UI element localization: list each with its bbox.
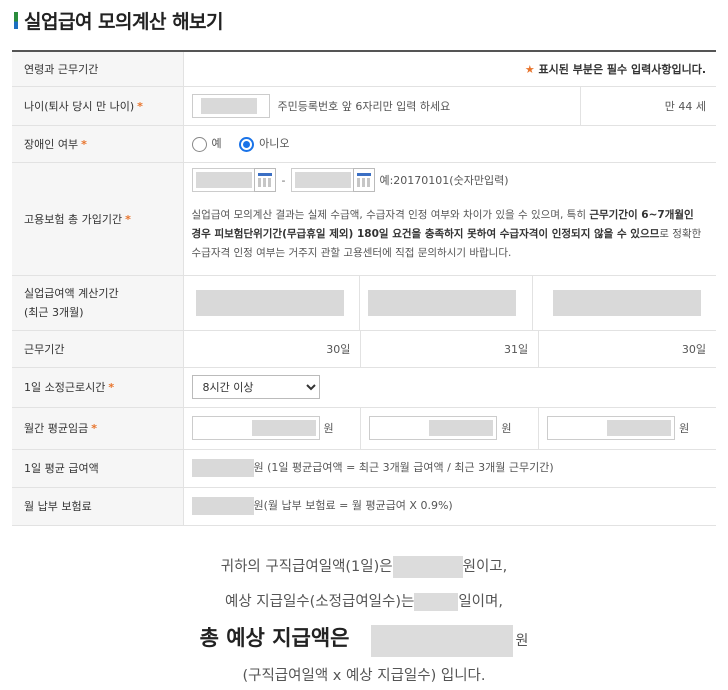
masked-premium <box>191 497 254 515</box>
calc-period-label: 실업급여액 계산기간 (최근 3개월) <box>12 275 184 331</box>
insurance-period-cell: - 예:20170101(숫자만입력) 실업급여 모의계산 결과는 실제 수급액… <box>183 162 717 276</box>
masked-value <box>429 420 494 436</box>
wage-input-2[interactable] <box>369 416 498 440</box>
end-calendar-icon[interactable] <box>353 168 376 192</box>
calculator-form: 연령과 근무기간 ★ 표시된 부분은 필수 입력사항입니다. 나이(퇴사 당시 … <box>12 50 716 526</box>
work-days-cell: 30일 31일 30일 <box>183 330 716 368</box>
premium-formula: 원(월 납부 보험료 = 월 평균급여 X 0.9%) <box>253 499 453 512</box>
daily-benefit-formula: 원 (1일 평균급여액 = 최근 3개월 급여액 / 최근 3개월 근무기간) <box>253 461 554 474</box>
required-star-icon: * <box>137 99 143 113</box>
radio-yes[interactable] <box>191 136 207 152</box>
monthly-wage-label: 월간 평균임금 * <box>12 407 184 450</box>
start-date-input[interactable] <box>191 168 254 192</box>
summary-line1-pre: 귀하의 구직급여일액(1일)은 <box>220 559 393 575</box>
required-star-icon: * <box>81 137 87 151</box>
page-header: 실업급여 모의계산 해보기 <box>14 8 224 33</box>
masked-value <box>607 420 672 436</box>
notice-text: 실업급여 모의계산 결과는 실제 수급액, 수급자격 인정 여부와 차이가 있을… <box>191 209 590 221</box>
title-accent-bar <box>14 11 18 29</box>
summary-line-2: 예상 지급일수(소정급여일수)는 일이며, <box>0 590 728 611</box>
masked-value <box>295 172 352 188</box>
required-star-icon: * <box>125 212 131 226</box>
summary-line-4: (구직급여일액 x 예상 지급일수) 입니다. <box>242 668 486 684</box>
wage-unit-1: 원 <box>323 422 334 435</box>
summary-line2-post: 일이며, <box>458 594 503 610</box>
calc-period-cell <box>183 275 717 331</box>
masked-daily-amount <box>392 556 463 578</box>
wage-3: 원 <box>538 407 716 449</box>
summary-line-1: 귀하의 구직급여일액(1일)은 원이고, <box>0 555 728 578</box>
required-star-icon: ★ <box>524 62 535 76</box>
age-result: 만 44 세 <box>580 86 716 125</box>
date-separator: - <box>281 173 286 187</box>
masked-value <box>200 97 257 114</box>
wage-unit-3: 원 <box>679 422 690 435</box>
summary-total-heading: 총 예상 지급액은 <box>199 626 350 650</box>
masked-month-2[interactable] <box>368 289 516 316</box>
wage-unit-2: 원 <box>501 422 512 435</box>
premium-cell: 원(월 납부 보험료 = 월 평균급여 X 0.9%) <box>183 487 716 526</box>
birthdate-input[interactable] <box>191 93 270 118</box>
age-label-text: 나이(퇴사 당시 만 나이) <box>24 99 135 113</box>
masked-days <box>414 593 459 611</box>
required-star-icon: * <box>91 422 97 435</box>
summary-line1-post: 원이고, <box>462 559 508 575</box>
insurance-period-label-text: 고용보험 총 가입기간 <box>24 212 123 226</box>
section-label: 연령과 근무기간 <box>12 51 184 87</box>
summary-line2-pre: 예상 지급일수(소정급여일수)는 <box>225 594 415 610</box>
masked-value <box>251 420 316 436</box>
insurance-period-label: 고용보험 총 가입기간 * <box>12 162 184 276</box>
age-label: 나이(퇴사 당시 만 나이) * <box>12 86 184 126</box>
wage-1: 원 <box>184 408 361 449</box>
option-no-label: 아니오 <box>259 137 290 151</box>
month-2 <box>359 275 532 330</box>
required-note: ★ 표시된 부분은 필수 입력사항입니다. <box>183 51 716 87</box>
daily-benefit-label: 1일 평균 급여액 <box>12 449 184 488</box>
month-3 <box>531 275 717 330</box>
date-example: 예:20170101(숫자만입력) <box>379 174 509 187</box>
age-hint: 주민등록번호 앞 6자리만 입력 하세요 <box>277 99 451 113</box>
age-cell: 주민등록번호 앞 6자리만 입력 하세요 만 44 세 <box>183 86 716 126</box>
daily-hours-label-text: 1일 소정근로시간 <box>24 381 106 394</box>
start-calendar-icon[interactable] <box>253 168 276 192</box>
work-days-label: 근무기간 <box>12 330 184 368</box>
wage-input-3[interactable] <box>547 416 676 440</box>
daily-hours-select[interactable]: 8시간 이상 <box>191 375 320 399</box>
masked-value <box>195 172 252 188</box>
daily-hours-label: 1일 소정근로시간 * <box>12 367 184 408</box>
masked-daily-benefit <box>191 459 254 477</box>
monthly-wage-label-text: 월간 평균임금 <box>24 422 89 435</box>
masked-total <box>371 625 514 657</box>
wage-input-1[interactable] <box>191 416 320 440</box>
disability-label-text: 장애인 여부 <box>24 137 79 151</box>
disability-options: 예 아니오 <box>183 125 716 163</box>
work-days-2: 31일 <box>360 330 538 367</box>
masked-month-1[interactable] <box>195 289 344 316</box>
month-1 <box>184 276 360 330</box>
premium-label: 월 납부 보험료 <box>12 487 184 526</box>
summary-line-3: 총 예상 지급액은 원 <box>0 622 728 657</box>
page-title: 실업급여 모의계산 해보기 <box>24 10 224 33</box>
monthly-wage-cell: 원 원 원 <box>183 407 716 450</box>
work-days-3: 30일 <box>538 330 716 367</box>
option-yes-label: 예 <box>211 137 222 151</box>
required-star-icon: * <box>108 381 115 394</box>
summary-line3-post: 원 <box>515 633 529 649</box>
radio-no[interactable] <box>239 136 255 152</box>
end-date-input[interactable] <box>291 168 354 192</box>
disability-label: 장애인 여부 * <box>12 125 184 163</box>
wage-2: 원 <box>360 407 538 449</box>
insurance-notice: 실업급여 모의계산 결과는 실제 수급액, 수급자격 인정 여부와 차이가 있을… <box>184 206 717 263</box>
calc-period-label-line1: 실업급여액 계산기간 <box>24 286 119 300</box>
masked-month-3[interactable] <box>552 289 701 316</box>
daily-hours-cell: 8시간 이상 <box>183 367 716 408</box>
required-note-text: 표시된 부분은 필수 입력사항입니다. <box>538 62 706 76</box>
calc-period-label-line2: (최근 3개월) <box>24 305 84 319</box>
work-days-1: 30일 <box>326 342 351 356</box>
daily-benefit-cell: 원 (1일 평균급여액 = 최근 3개월 급여액 / 최근 3개월 근무기간) <box>183 449 716 488</box>
